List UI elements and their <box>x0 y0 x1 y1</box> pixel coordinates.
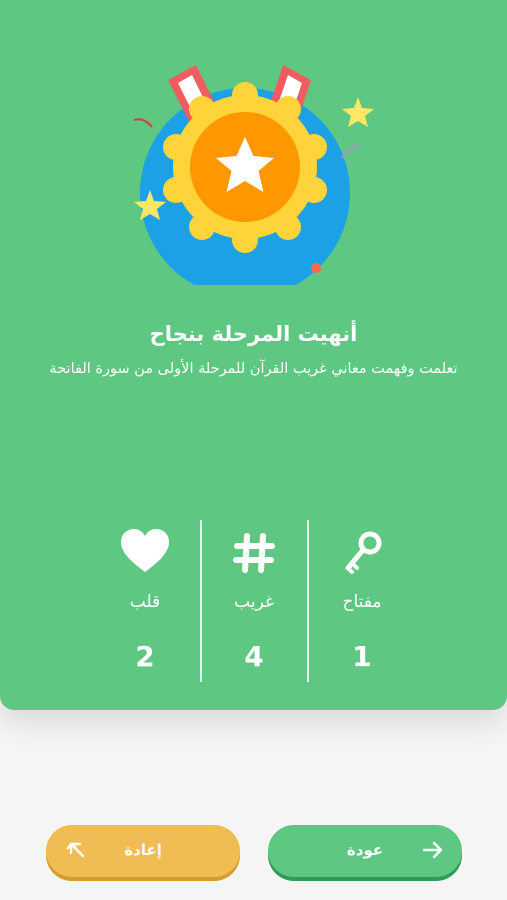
result-card: أنهيت المرحلة بنجاح تعلمت وفهمت معاني غر… <box>0 0 507 710</box>
stat-divider <box>307 520 309 682</box>
stat-value: 4 <box>244 640 264 673</box>
stat-divider <box>200 520 202 682</box>
stat-hearts: قلب 2 <box>95 520 195 682</box>
stat-label: غريب <box>234 592 274 612</box>
hashtag-icon <box>233 533 275 573</box>
completion-title: أنهيت المرحلة بنجاح <box>149 322 358 346</box>
retry-arrow-icon <box>66 842 85 858</box>
medal-illustration <box>133 65 374 285</box>
key-icon <box>345 531 382 574</box>
back-button[interactable]: عودة <box>268 825 462 877</box>
stat-value: 1 <box>352 640 372 673</box>
arrow-right-icon <box>422 841 443 859</box>
stat-words: غريب 4 <box>204 520 304 682</box>
stat-label: مفتاح <box>342 592 382 612</box>
retry-button[interactable]: إعادة <box>46 825 240 877</box>
heart-icon <box>121 529 169 572</box>
stats-row: قلب 2 غريب 4 مفتاح 1 <box>0 520 507 682</box>
stat-value: 2 <box>135 640 155 673</box>
stat-label: قلب <box>129 592 161 612</box>
completion-subtitle: تعلمت وفهمت معاني غريب القرآن للمرحلة ال… <box>49 361 458 377</box>
stat-keys: مفتاح 1 <box>312 520 412 682</box>
